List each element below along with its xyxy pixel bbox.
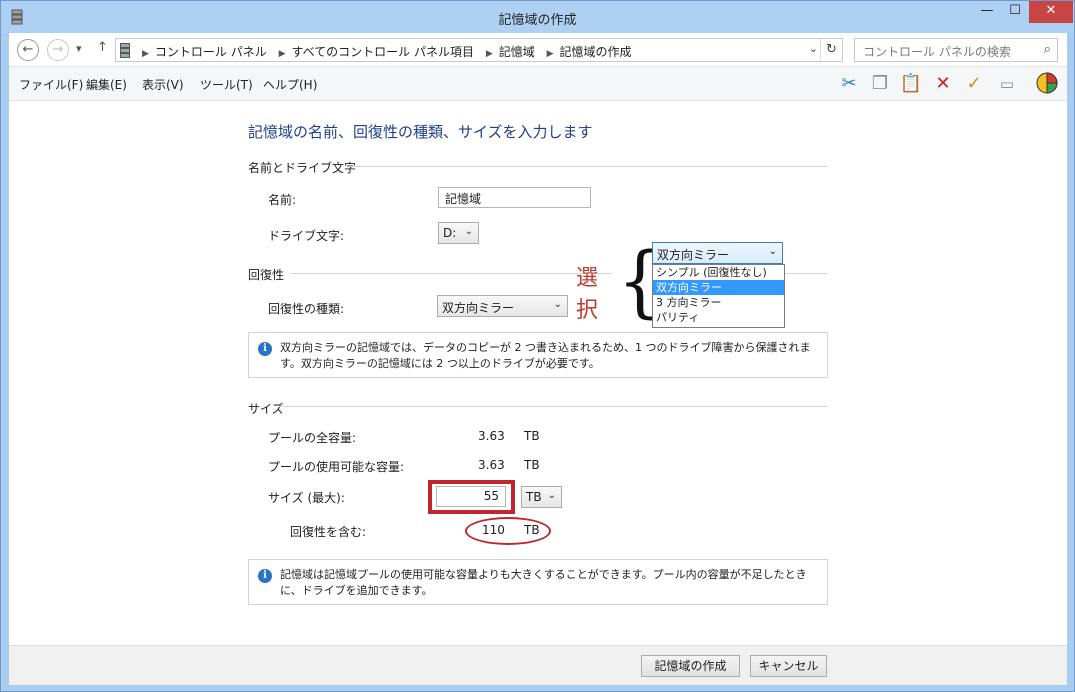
breadcrumb-item[interactable]: コントロール パネル xyxy=(155,45,267,59)
dropdown-option[interactable]: パリティ xyxy=(653,310,784,325)
breadcrumb-separator-icon: ▶ xyxy=(485,49,493,59)
minimize-button[interactable]: — xyxy=(973,1,1001,23)
size-unit-select[interactable]: TB ⌄ xyxy=(521,486,562,508)
cancel-button[interactable]: キャンセル xyxy=(750,655,827,677)
info-icon: i xyxy=(258,569,272,583)
search-box[interactable]: コントロール パネルの検索 ⌕ xyxy=(854,38,1058,62)
window: 記憶域の作成 — ☐ ✕ ← → ▾ ↑ ▶ コントロール パネル ▶ すべてのコン… xyxy=(0,0,1075,692)
size-info-text: 記憶域は記憶域プールの使用可能な容量よりも大きくすることができます。プール内の容… xyxy=(280,568,807,597)
pool-available-value: 3.63 xyxy=(478,458,505,472)
chevron-down-icon: ⌄ xyxy=(553,299,562,310)
window-title: 記憶域の作成 xyxy=(498,13,577,28)
storage-spaces-icon xyxy=(120,43,130,58)
resiliency-type-value: 双方向ミラー xyxy=(442,301,515,315)
menu-file[interactable]: ファイル(F) xyxy=(19,76,83,93)
annotation-char: 選 xyxy=(576,266,599,291)
size-max-label: サイズ (最大): xyxy=(268,491,345,505)
close-button[interactable]: ✕ xyxy=(1029,1,1073,23)
divider xyxy=(785,273,828,274)
divider xyxy=(290,273,612,274)
breadcrumb: ▶ コントロール パネル ▶ すべてのコントロール パネル項目 ▶ 記憶域 ▶ 記憶域の… xyxy=(138,43,636,60)
name-section-title: 名前とドライブ文字 xyxy=(248,161,357,175)
titlebar: 記憶域の作成 — ☐ ✕ xyxy=(1,1,1074,33)
breadcrumb-separator-icon: ▶ xyxy=(142,49,149,59)
pool-total-unit: TB xyxy=(524,429,540,443)
size-unit-value: TB xyxy=(526,490,542,504)
including-resiliency-label: 回復性を含む: xyxy=(290,525,367,539)
pool-available-unit: TB xyxy=(524,458,540,472)
recent-locations-icon[interactable]: ▾ xyxy=(76,42,82,55)
resiliency-dropdown-open[interactable]: 双方向ミラー ⌄ xyxy=(652,242,783,264)
info-icon: i xyxy=(258,342,272,356)
forward-icon[interactable]: → xyxy=(47,39,69,61)
menu-bar: ファイル(F) 編集(E) 表示(V) ツール(T) ヘルプ(H) ✂ ❐ 📋 … xyxy=(9,67,1067,101)
breadcrumb-separator-icon: ▶ xyxy=(546,49,554,59)
menu-view[interactable]: 表示(V) xyxy=(142,76,184,93)
divider xyxy=(279,406,828,407)
drive-letter-value: D: xyxy=(443,226,457,240)
size-section-title: サイズ xyxy=(248,402,284,416)
drive-letter-label: ドライブ文字: xyxy=(268,229,345,243)
annotation-char: 択 xyxy=(576,298,599,323)
dropdown-option-selected[interactable]: 双方向ミラー xyxy=(653,280,784,295)
name-field[interactable]: 記憶域 xyxy=(438,187,591,208)
pie-chart-icon xyxy=(1036,72,1058,94)
including-resiliency-value: 110 xyxy=(482,523,505,537)
delete-icon[interactable]: ✕ xyxy=(931,72,955,96)
breadcrumb-item[interactable]: すべてのコントロール パネル項目 xyxy=(292,45,475,59)
footer: 記憶域の作成 キャンセル xyxy=(9,645,1067,685)
navigation-bar: ← → ▾ ↑ ▶ コントロール パネル ▶ すべてのコントロール パネル項目 ▶ 記… xyxy=(9,33,1067,67)
resiliency-info-text: 双方向ミラーの記憶域では、データのコピーが 2 つ書き込まれるため、1 つのドラ… xyxy=(280,341,811,370)
chevron-down-icon: ⌄ xyxy=(547,490,556,501)
size-input[interactable]: 55 xyxy=(436,486,506,507)
breadcrumb-item[interactable]: 記憶域 xyxy=(499,45,535,59)
chevron-down-icon: ⌄ xyxy=(768,246,777,257)
drive-letter-select[interactable]: D: ⌄ xyxy=(438,222,479,244)
name-label: 名前: xyxy=(268,193,297,207)
chevron-down-icon: ⌄ xyxy=(464,226,473,237)
search-input[interactable]: コントロール パネルの検索 xyxy=(863,43,1011,60)
size-info-box: i 記憶域は記憶域プールの使用可能な容量よりも大きくすることができます。プール内… xyxy=(248,559,828,605)
rename-icon[interactable]: ▭ xyxy=(995,72,1019,96)
resiliency-info-box: i 双方向ミラーの記憶域では、データのコピーが 2 つ書き込まれるため、1 つの… xyxy=(248,332,828,378)
divider xyxy=(349,166,828,167)
pool-available-label: プールの使用可能な容量: xyxy=(268,460,405,474)
breadcrumb-item[interactable]: 記憶域の作成 xyxy=(560,45,632,59)
properties-icon[interactable] xyxy=(1035,72,1059,96)
chevron-down-icon[interactable]: ⌄ xyxy=(809,42,818,55)
menu-tools[interactable]: ツール(T) xyxy=(200,76,253,93)
back-icon[interactable]: ← xyxy=(17,39,39,61)
resiliency-type-label: 回復性の種類: xyxy=(268,302,345,316)
content-area: ← → ▾ ↑ ▶ コントロール パネル ▶ すべてのコントロール パネル項目 ▶ 記… xyxy=(9,33,1067,685)
pool-total-value: 3.63 xyxy=(478,429,505,443)
dropdown-option[interactable]: 3 方向ミラー xyxy=(653,295,784,310)
paste-icon[interactable]: 📋 xyxy=(899,72,923,96)
resiliency-dropdown-value: 双方向ミラー xyxy=(657,248,730,262)
menu-help[interactable]: ヘルプ(H) xyxy=(263,76,317,93)
copy-icon[interactable]: ❐ xyxy=(868,72,892,96)
resiliency-type-select[interactable]: 双方向ミラー ⌄ xyxy=(437,295,568,317)
dropdown-option[interactable]: シンプル (回復性なし) xyxy=(653,265,784,280)
breadcrumb-separator-icon: ▶ xyxy=(278,49,286,59)
refresh-icon[interactable]: ↻ xyxy=(820,39,842,61)
menu-edit[interactable]: 編集(E) xyxy=(86,76,127,93)
pool-total-label: プールの全容量: xyxy=(268,431,357,445)
address-bar[interactable]: ▶ コントロール パネル ▶ すべてのコントロール パネル項目 ▶ 記憶域 ▶ 記憶域の… xyxy=(115,38,843,62)
page-title: 記憶域の名前、回復性の種類、サイズを入力します xyxy=(248,123,593,141)
resiliency-dropdown-list: シンプル (回復性なし) 双方向ミラー 3 方向ミラー パリティ xyxy=(652,264,785,328)
check-icon[interactable]: ✓ xyxy=(962,72,986,96)
search-icon[interactable]: ⌕ xyxy=(1044,42,1051,57)
resiliency-section-title: 回復性 xyxy=(248,268,285,282)
maximize-button[interactable]: ☐ xyxy=(1002,1,1028,23)
including-resiliency-unit: TB xyxy=(524,523,540,537)
create-storage-button[interactable]: 記憶域の作成 xyxy=(641,655,740,677)
up-icon[interactable]: ↑ xyxy=(97,40,108,55)
scissors-icon[interactable]: ✂ xyxy=(837,72,861,96)
